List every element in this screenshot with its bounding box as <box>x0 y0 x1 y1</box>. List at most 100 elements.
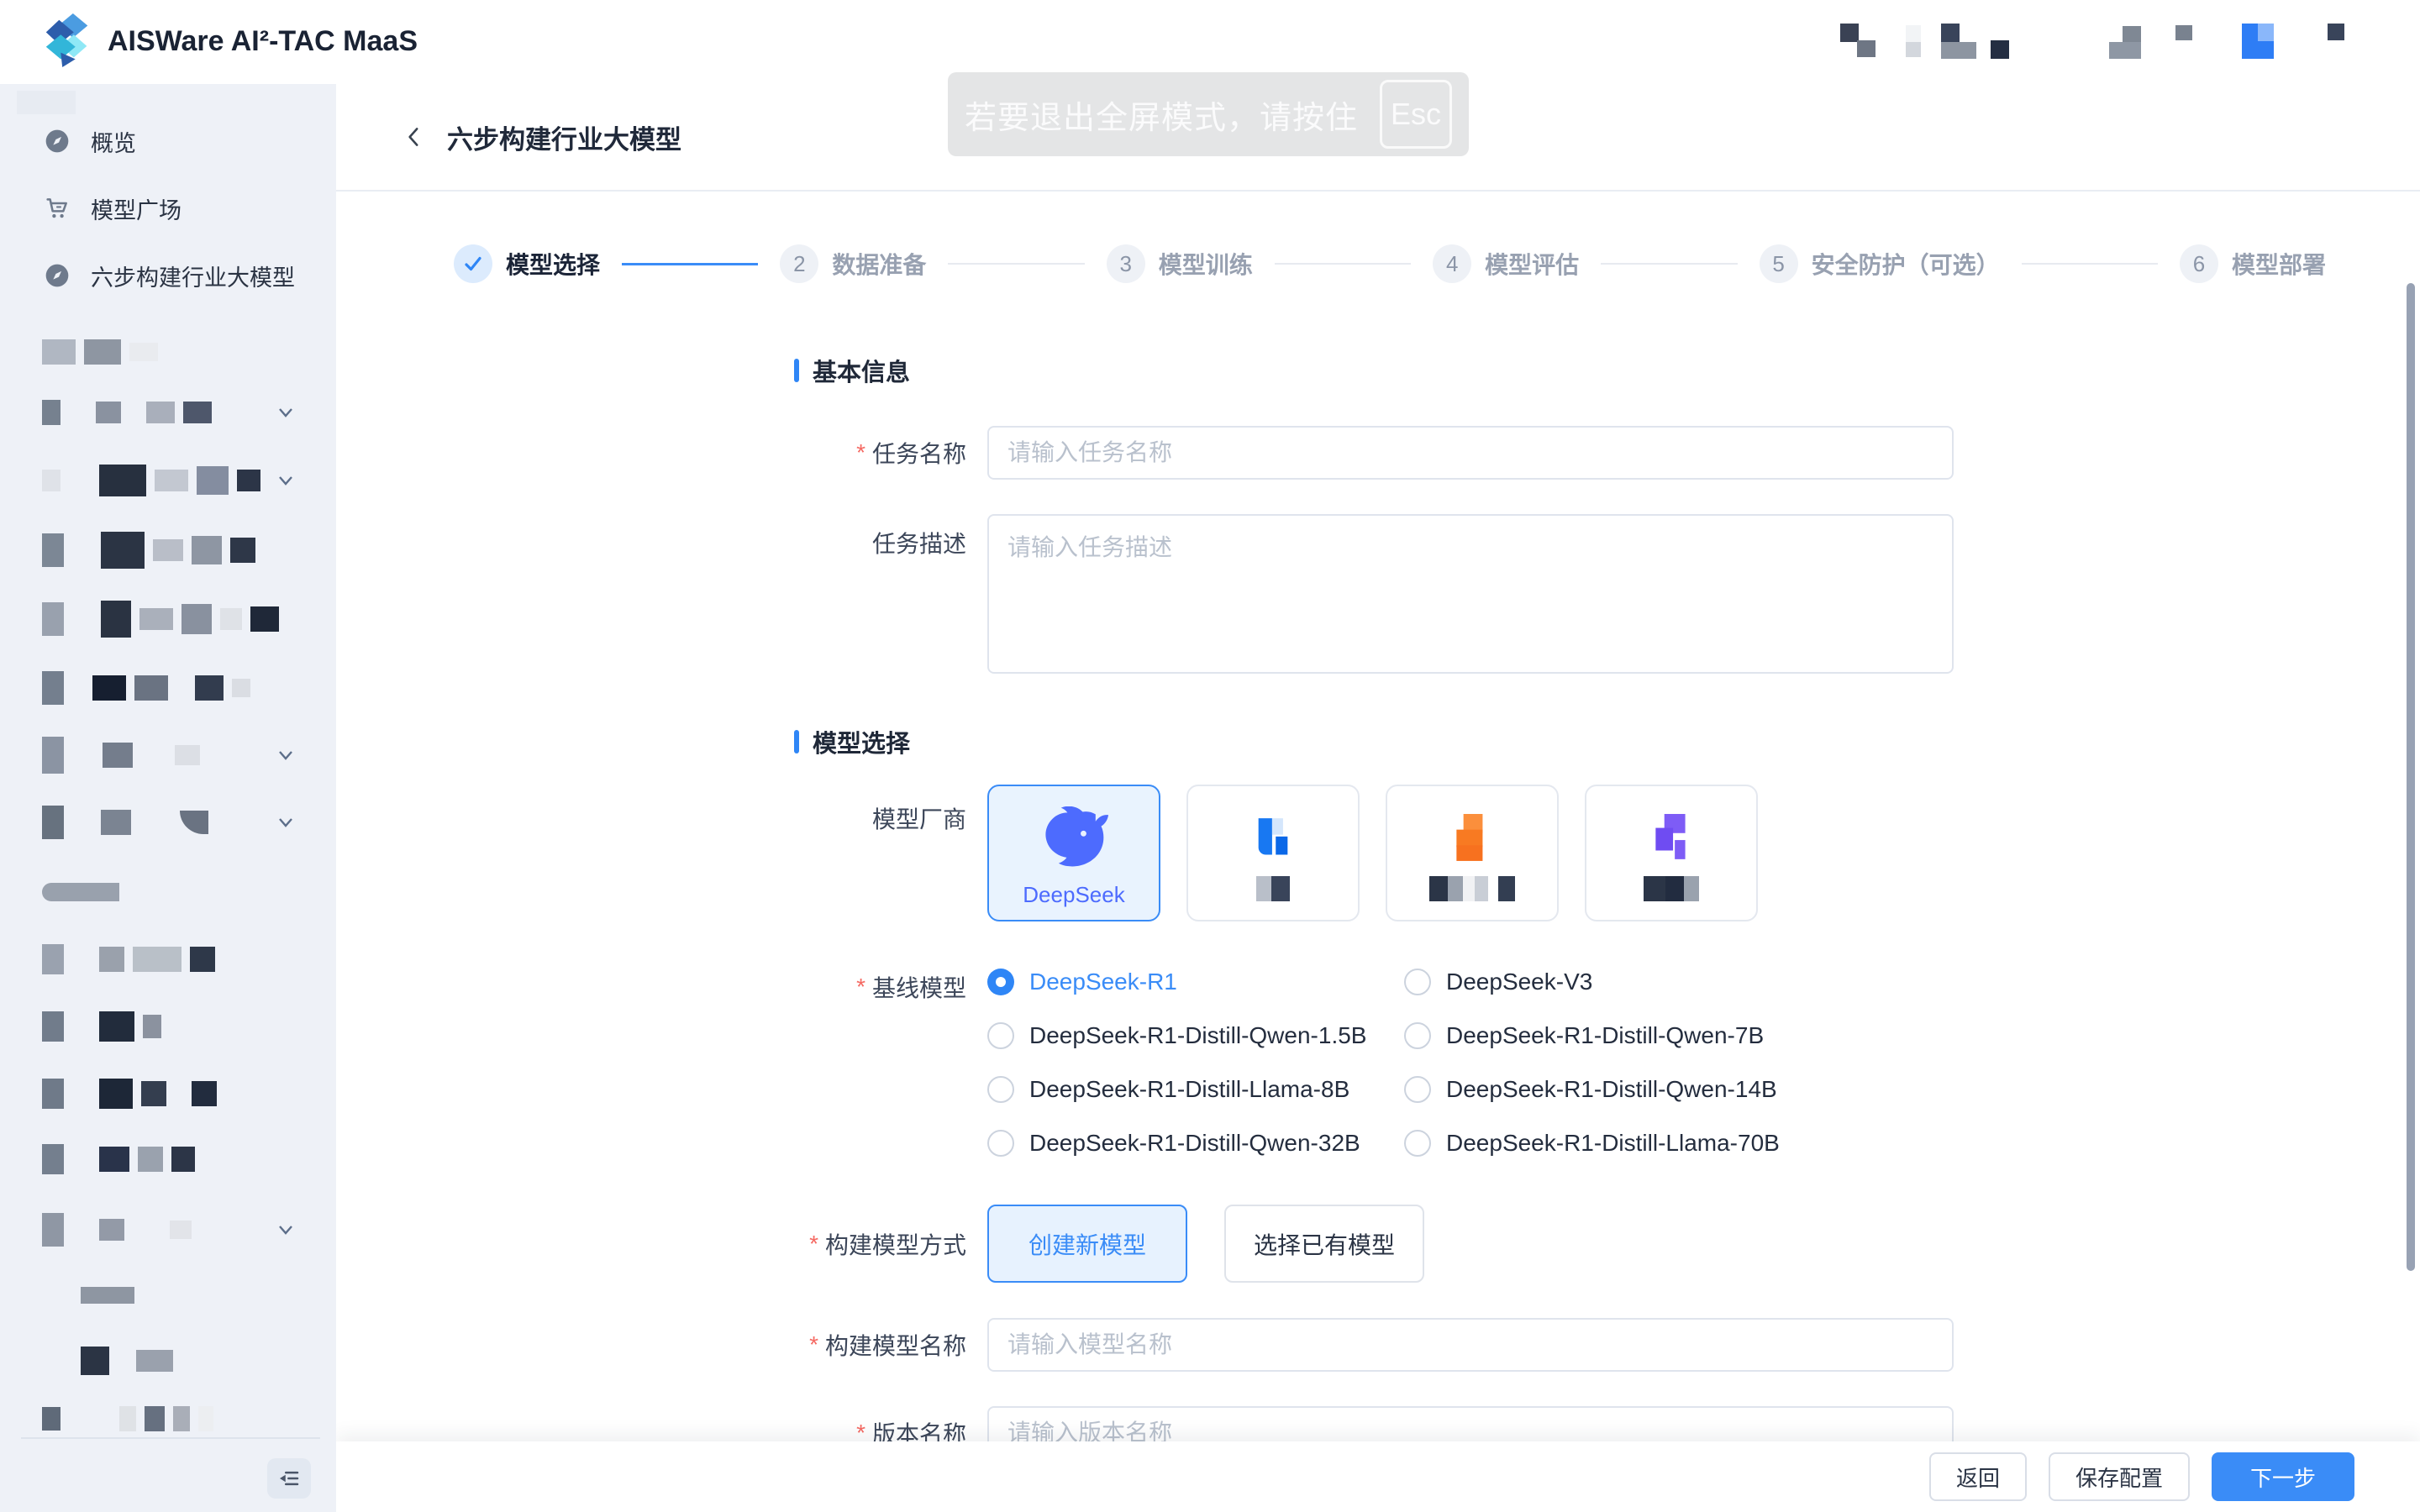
collapse-sidebar-button[interactable] <box>267 1458 311 1499</box>
sidebar-item-model-plaza[interactable]: 模型广场 <box>0 185 336 232</box>
form-row-vendor: 模型厂商 DeepSeek <box>336 785 2420 921</box>
chevron-down-icon[interactable] <box>273 400 298 425</box>
brand-title: AISWare AI²-TAC MaaS <box>108 25 418 58</box>
compass-icon <box>44 128 71 155</box>
field-label: * 构建模型名称 <box>336 1328 966 1362</box>
step-2-data-prep[interactable]: 2 数据准备 <box>780 244 926 283</box>
vendor-name-redacted <box>1256 876 1290 901</box>
radio-deepseek-v3[interactable]: DeepSeek-V3 <box>1404 968 1780 996</box>
radio-r1-distill-llama-70b[interactable]: DeepSeek-R1-Distill-Llama-70B <box>1404 1129 1780 1158</box>
step-5-safety[interactable]: 5 安全防护（可选） <box>1760 244 2000 283</box>
step-label: 模型选择 <box>506 247 600 281</box>
sidebar-item-redacted[interactable] <box>42 735 298 775</box>
step-connector-active <box>622 263 758 265</box>
chevron-down-icon[interactable] <box>273 810 298 835</box>
field-label: * 基线模型 <box>336 968 966 1004</box>
radio-icon <box>1404 969 1431 995</box>
build-model-name-input[interactable] <box>987 1318 1954 1372</box>
vendor-card-redacted-2[interactable] <box>1186 785 1360 921</box>
step-4-evaluation[interactable]: 4 模型评估 <box>1433 244 1579 283</box>
sidebar-item-overview[interactable]: 概览 <box>0 118 336 165</box>
vendor-cards: DeepSeek <box>987 785 1758 921</box>
task-name-input[interactable] <box>987 426 1954 480</box>
task-desc-textarea[interactable] <box>987 514 1954 674</box>
vertical-scrollbar-thumb[interactable] <box>2407 283 2415 1271</box>
step-number: 6 <box>2180 244 2218 283</box>
chevron-down-icon[interactable] <box>273 468 298 493</box>
compass-icon <box>44 262 71 289</box>
vendor-card-redacted-3[interactable] <box>1386 785 1559 921</box>
sidebar-item-redacted[interactable] <box>42 668 298 708</box>
sidebar-item-redacted[interactable] <box>42 1210 298 1250</box>
step-number: 2 <box>780 244 818 283</box>
sidebar-item-redacted[interactable] <box>42 802 298 843</box>
sidebar-item-redacted[interactable] <box>42 1006 298 1047</box>
wizard-stepper: 模型选择 2 数据准备 3 模型训练 4 模型评估 5 安全防护（可选） <box>454 244 2326 284</box>
section-title: 基本信息 <box>813 353 910 388</box>
radio-r1-distill-qwen-7b[interactable]: DeepSeek-R1-Distill-Qwen-7B <box>1404 1021 1780 1050</box>
brand-logo-icon <box>44 13 92 69</box>
step-connector <box>948 263 1084 265</box>
radio-r1-distill-qwen-32b[interactable]: DeepSeek-R1-Distill-Qwen-32B <box>987 1129 1404 1158</box>
sidebar-item-six-step-model[interactable]: 六步构建行业大模型 <box>0 252 336 299</box>
radio-icon <box>987 1130 1014 1157</box>
radio-selected-icon <box>987 969 1014 995</box>
sidebar-item-redacted[interactable] <box>42 939 298 979</box>
create-new-model-button[interactable]: 创建新模型 <box>987 1205 1187 1283</box>
vendor-card-deepseek[interactable]: DeepSeek <box>987 785 1160 921</box>
step-label: 模型部署 <box>2232 247 2326 281</box>
step-1-model-select[interactable]: 模型选择 <box>454 244 600 283</box>
page-title: 六步构建行业大模型 <box>447 118 681 156</box>
sidebar-item-redacted[interactable] <box>42 392 298 433</box>
sidebar-item-redacted[interactable] <box>42 872 298 912</box>
sidebar-item-redacted[interactable] <box>42 460 298 501</box>
radio-r1-distill-llama-8b[interactable]: DeepSeek-R1-Distill-Llama-8B <box>987 1075 1404 1104</box>
radio-r1-distill-qwen-14b[interactable]: DeepSeek-R1-Distill-Qwen-14B <box>1404 1075 1780 1104</box>
next-step-button[interactable]: 下一步 <box>2212 1452 2354 1501</box>
vendor-card-redacted-4[interactable] <box>1585 785 1758 921</box>
top-header: AISWare AI²-TAC MaaS <box>0 0 2420 84</box>
required-mark: * <box>856 974 865 1000</box>
form-row-build-name: * 构建模型名称 <box>336 1318 2420 1372</box>
sidebar-item-redacted[interactable] <box>42 530 298 570</box>
radio-deepseek-r1[interactable]: DeepSeek-R1 <box>987 968 1404 996</box>
toast-text: 若要退出全屏模式，请按住 <box>965 92 1358 138</box>
save-config-button[interactable]: 保存配置 <box>2049 1452 2190 1501</box>
field-label: * 任务名称 <box>336 436 966 470</box>
sidebar-item-redacted[interactable] <box>42 1341 298 1381</box>
sidebar-item-redacted[interactable] <box>42 1399 298 1439</box>
footer-action-bar: 返回 保存配置 下一步 <box>336 1441 2420 1512</box>
radio-icon <box>1404 1130 1431 1157</box>
brand[interactable]: AISWare AI²-TAC MaaS <box>44 13 418 69</box>
step-6-deployment[interactable]: 6 模型部署 <box>2180 244 2326 283</box>
check-icon <box>462 253 484 275</box>
radio-r1-distill-qwen-1-5b[interactable]: DeepSeek-R1-Distill-Qwen-1.5B <box>987 1021 1404 1050</box>
return-button[interactable]: 返回 <box>1929 1452 2027 1501</box>
back-button[interactable] <box>402 124 427 150</box>
section-basic-info: 基本信息 <box>794 353 2420 388</box>
chevron-down-icon[interactable] <box>273 1217 298 1242</box>
step-3-training[interactable]: 3 模型训练 <box>1107 244 1253 283</box>
chevron-down-icon[interactable] <box>273 743 298 768</box>
chevron-left-icon <box>402 124 427 150</box>
sidebar-item-redacted[interactable] <box>42 599 298 639</box>
esc-key-badge: Esc <box>1380 80 1452 149</box>
step-number: 4 <box>1433 244 1471 283</box>
app-root: AISWare AI²-TAC MaaS 概览 <box>0 0 2420 1512</box>
sidebar-item-redacted[interactable] <box>42 1074 298 1114</box>
select-existing-model-button[interactable]: 选择已有模型 <box>1224 1205 1424 1283</box>
radio-icon <box>987 1076 1014 1103</box>
collapse-sidebar-icon <box>276 1466 302 1491</box>
main-content: 六步构建行业大模型 模型选择 2 数据准备 3 模型训练 4 <box>336 84 2420 1512</box>
sidebar-item-redacted[interactable] <box>42 1275 298 1315</box>
vendor-name: DeepSeek <box>1023 882 1124 908</box>
step-label: 数据准备 <box>832 247 926 281</box>
form-row-build-mode: * 构建模型方式 创建新模型 选择已有模型 <box>336 1205 2420 1283</box>
sidebar-item-redacted[interactable] <box>42 1139 298 1179</box>
radio-icon <box>1404 1022 1431 1049</box>
sidebar-item-redacted[interactable] <box>42 332 298 372</box>
required-mark: * <box>856 439 865 466</box>
deepseek-whale-icon <box>1038 803 1110 874</box>
vendor-name-redacted <box>1644 876 1699 901</box>
purple-blocks-logo-redacted <box>1654 803 1689 874</box>
